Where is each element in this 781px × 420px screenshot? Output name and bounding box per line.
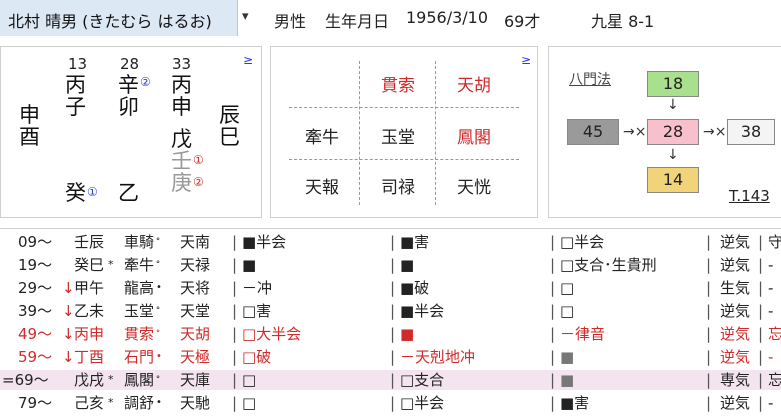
col3-zokan-2-mark: ① <box>193 153 204 167</box>
chevron-down-icon[interactable]: ▾ <box>242 9 249 24</box>
kubou-left-1: 申 <box>19 103 40 127</box>
col2-number: 28 <box>120 55 140 73</box>
table-row[interactable]: 29〜 ↓ 甲午 龍高 • 天将 | －冲 | ■破 | □ | 生気 | - <box>0 278 781 298</box>
col3-branch: 申 <box>171 95 192 119</box>
hachimon-right: 38 <box>727 119 775 145</box>
col2-branch: 卯 <box>118 95 139 119</box>
col1-stem: 丙 <box>65 73 86 97</box>
birth-date: 1956/3/10 <box>406 8 489 27</box>
kyusei: 九星 8-1 <box>591 12 655 31</box>
arrow-down-icon: ↓ <box>667 147 679 163</box>
jintai-top-center: 貫索 <box>381 76 415 96</box>
grid-divider <box>359 61 360 205</box>
hachimon-label[interactable]: 八門法 <box>569 69 611 89</box>
col1-branch: 子 <box>65 95 86 119</box>
age: 69才 <box>504 12 541 31</box>
hachimon-center: 28 <box>647 119 699 145</box>
grid-divider <box>435 61 436 205</box>
page-ref-link[interactable]: T.143 <box>729 187 770 205</box>
table-row[interactable]: 59〜 ↓ 丁酉 石門 • 天極 | □破 | －天剋地冲 | ■ | 逆気 |… <box>0 347 781 367</box>
kubou-left-2: 酉 <box>19 125 40 149</box>
kubou-right-1: 辰 <box>219 103 240 127</box>
col3-stem: 丙 <box>171 73 192 97</box>
birth-label: 生年月日 <box>325 12 390 31</box>
table-row[interactable]: 79〜 己亥 * 調舒 • 天馳 | □ | □半会 | ■害 | 逆気 | - <box>0 393 781 413</box>
table-row[interactable]: 49〜 ↓ 丙申 貫索 ᐤ 天胡 | □大半会 | ■ | －律音 | 逆気 |… <box>0 324 781 344</box>
col2-zokan: 乙 <box>118 181 139 205</box>
table-row[interactable]: 39〜 ↓ 乙未 玉堂 ᐤ 天堂 | □害 | ■半会 | □ | 逆気 | - <box>0 301 781 321</box>
col3-zokan-3: 庚 <box>171 171 192 195</box>
jintai-bottom-center: 司禄 <box>381 178 415 198</box>
table-row[interactable]: 19〜 癸巳 * 牽牛 ᐤ 天禄 | ■ | ■ | □支合･生貴刑 | 逆気 … <box>0 255 781 275</box>
jintai-bottom-right: 天恍 <box>457 178 491 198</box>
hachimon-bottom: 14 <box>647 167 699 193</box>
arrow-down-icon: ↓ <box>667 97 679 113</box>
grid-divider <box>289 159 519 160</box>
jintai-top-right: 天胡 <box>457 76 491 96</box>
hachimon-left: 45 <box>567 119 619 145</box>
expand-link-icon[interactable]: ≥ <box>243 53 253 67</box>
jintai-mid-left: 牽牛 <box>305 128 339 148</box>
arrow-right-icon: →× <box>623 124 647 140</box>
header-bar: 北村 晴男 (きたむら はるお) ▾ 男性 生年月日 1956/3/10 69才… <box>0 0 781 36</box>
meishiki-panel: ≥ 13 丙 子 癸 ① 28 辛 ② 卯 乙 33 丙 申 戊 壬 ① 庚 ②… <box>0 46 262 218</box>
col3-zokan-2: 壬 <box>171 149 192 173</box>
col3-zokan-3-mark: ② <box>193 175 204 189</box>
hachimon-panel: 八門法 18 ↓ 45 →× 28 →× 38 ↓ 14 T.143 <box>548 46 781 218</box>
col1-mark: ① <box>87 185 98 199</box>
gender: 男性 <box>274 12 307 31</box>
col1-zokan: 癸 <box>65 181 86 205</box>
col2-stem-mark: ② <box>140 75 151 89</box>
expand-link-icon[interactable]: ≥ <box>521 53 531 67</box>
jintai-mid-center: 玉堂 <box>381 128 415 148</box>
hachimon-top: 18 <box>647 71 699 97</box>
jintai-bottom-left: 天報 <box>305 178 339 198</box>
table-row[interactable]: 09〜 壬辰 車騎 ᐤ 天南 | ■半会 | ■害 | □半会 | 逆気 | 守 <box>0 232 781 252</box>
table-row-current[interactable]: =69〜 戊戌 * 鳳閣 ᐤ 天庫 | □ | □支合 | ■ | 専気 | 忘 <box>0 370 781 390</box>
jintai-panel: ≥ 貫索 天胡 牽牛 玉堂 鳳閣 天報 司禄 天恍 <box>270 46 538 218</box>
grid-divider <box>289 107 519 108</box>
taiun-table: 09〜 壬辰 車騎 ᐤ 天南 | ■半会 | ■害 | □半会 | 逆気 | 守… <box>0 228 781 420</box>
person-name: 北村 晴男 (きたむら はるお) <box>8 12 212 31</box>
col2-stem: 辛 <box>118 73 139 97</box>
col1-number: 13 <box>68 55 88 73</box>
col3-number: 33 <box>172 55 192 73</box>
col3-zokan-1: 戊 <box>171 127 192 151</box>
jintai-mid-right: 鳳閣 <box>457 128 491 148</box>
person-select[interactable]: 北村 晴男 (きたむら はるお) <box>0 0 238 36</box>
kubou-right-2: 巳 <box>219 125 240 149</box>
arrow-right-icon: →× <box>703 124 727 140</box>
